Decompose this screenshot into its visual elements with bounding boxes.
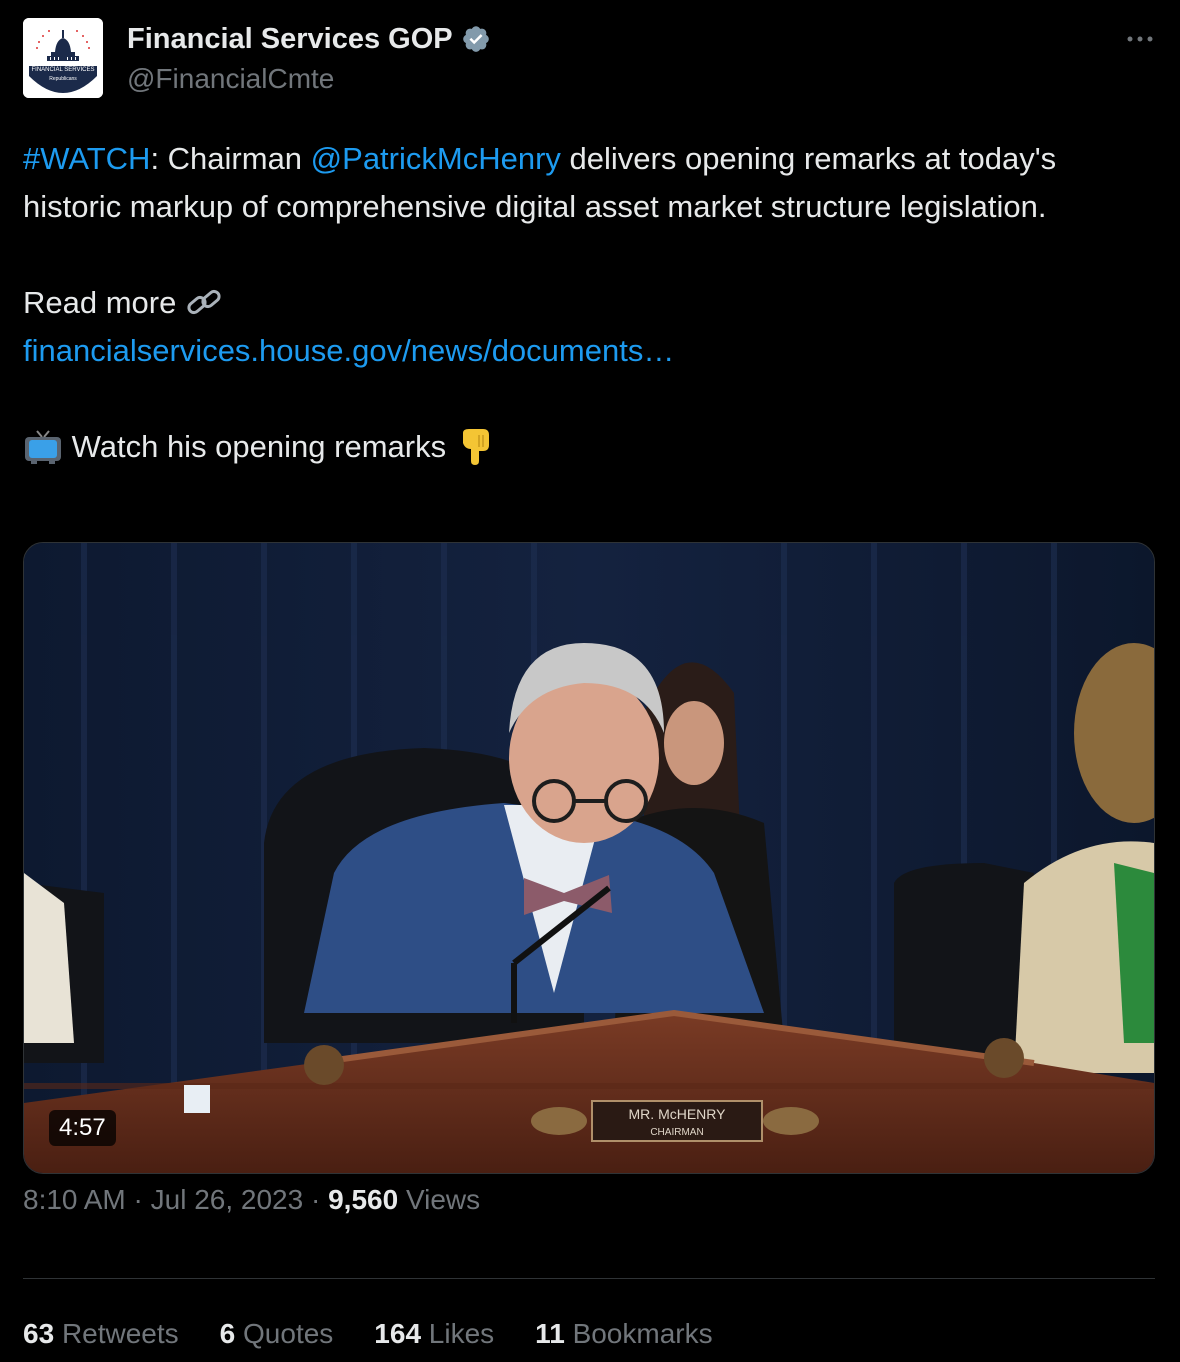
tweet-time[interactable]: 8:10 AM (23, 1184, 126, 1215)
avatar-caption-line1: FINANCIAL SERVICES (31, 67, 95, 73)
read-more-label: Read more (23, 285, 177, 320)
video-duration: 4:57 (49, 1110, 116, 1146)
tweet-text-part-1: : Chairman (150, 141, 311, 176)
likes-count: 164 (374, 1318, 422, 1349)
watch-label: Watch his opening remarks (71, 429, 447, 464)
likes-label: Likes (428, 1318, 495, 1349)
pointing-down-icon (462, 429, 489, 465)
retweets-label: Retweets (61, 1318, 179, 1349)
watch-line: Watch his opening remarks (23, 423, 1158, 471)
link-icon (187, 289, 221, 315)
avatar-caption-line2: Republicans (49, 76, 77, 82)
display-name-row[interactable]: Financial Services GOP (127, 20, 491, 58)
mention-link[interactable]: @PatrickMcHenry (311, 141, 561, 176)
views-count: 9,560 (328, 1184, 399, 1215)
retweets-stat[interactable]: 63 Retweets (23, 1314, 179, 1354)
nameplate-line2: CHAIRMAN (650, 1127, 703, 1138)
avatar[interactable]: FINANCIAL SERVICES Republicans (23, 18, 103, 98)
video-player[interactable]: MR. McHENRY CHAIRMAN 4:57 (23, 542, 1155, 1174)
engagement-stats: 63 Retweets 6 Quotes 164 Likes 11 Bookma… (23, 1314, 754, 1354)
bookmarks-count: 11 (535, 1318, 565, 1349)
avatar-caption: FINANCIAL SERVICES Republicans (23, 66, 103, 84)
tweet-header: FINANCIAL SERVICES Republicans Financial… (23, 18, 1158, 100)
bookmarks-label: Bookmarks (572, 1318, 713, 1349)
video-thumbnail[interactable]: MR. McHENRY CHAIRMAN (24, 543, 1154, 1173)
quotes-stat[interactable]: 6 Quotes (220, 1314, 334, 1354)
read-more-line: Read more (23, 279, 1158, 327)
quotes-label: Quotes (243, 1318, 334, 1349)
likes-stat[interactable]: 164 Likes (374, 1314, 494, 1354)
retweets-count: 63 (23, 1318, 55, 1349)
tweet-date[interactable]: Jul 26, 2023 (151, 1184, 304, 1215)
external-link[interactable]: financialservices.house.gov/news/documen… (23, 333, 674, 368)
tweet-paragraph-1: #WATCH: Chairman @PatrickMcHenry deliver… (23, 135, 1158, 231)
nameplate-line1: MR. McHENRY (629, 1106, 727, 1122)
tweet-meta: 8:10 AM · Jul 26, 2023 · 9,560 Views (23, 1180, 480, 1220)
divider (23, 1278, 1155, 1279)
bookmarks-stat[interactable]: 11 Bookmarks (535, 1314, 712, 1354)
tweet-text: #WATCH: Chairman @PatrickMcHenry deliver… (23, 135, 1158, 471)
meta-separator: · (133, 1184, 143, 1215)
television-icon (25, 430, 61, 464)
display-name[interactable]: Financial Services GOP (127, 20, 453, 58)
account-handle[interactable]: @FinancialCmte (127, 60, 491, 98)
more-options-icon[interactable] (1122, 24, 1158, 54)
quotes-count: 6 (219, 1318, 236, 1349)
verified-badge-icon[interactable] (461, 24, 491, 54)
views-label: Views (405, 1184, 481, 1215)
meta-separator: · (310, 1184, 321, 1215)
hashtag-link[interactable]: #WATCH (23, 141, 150, 176)
